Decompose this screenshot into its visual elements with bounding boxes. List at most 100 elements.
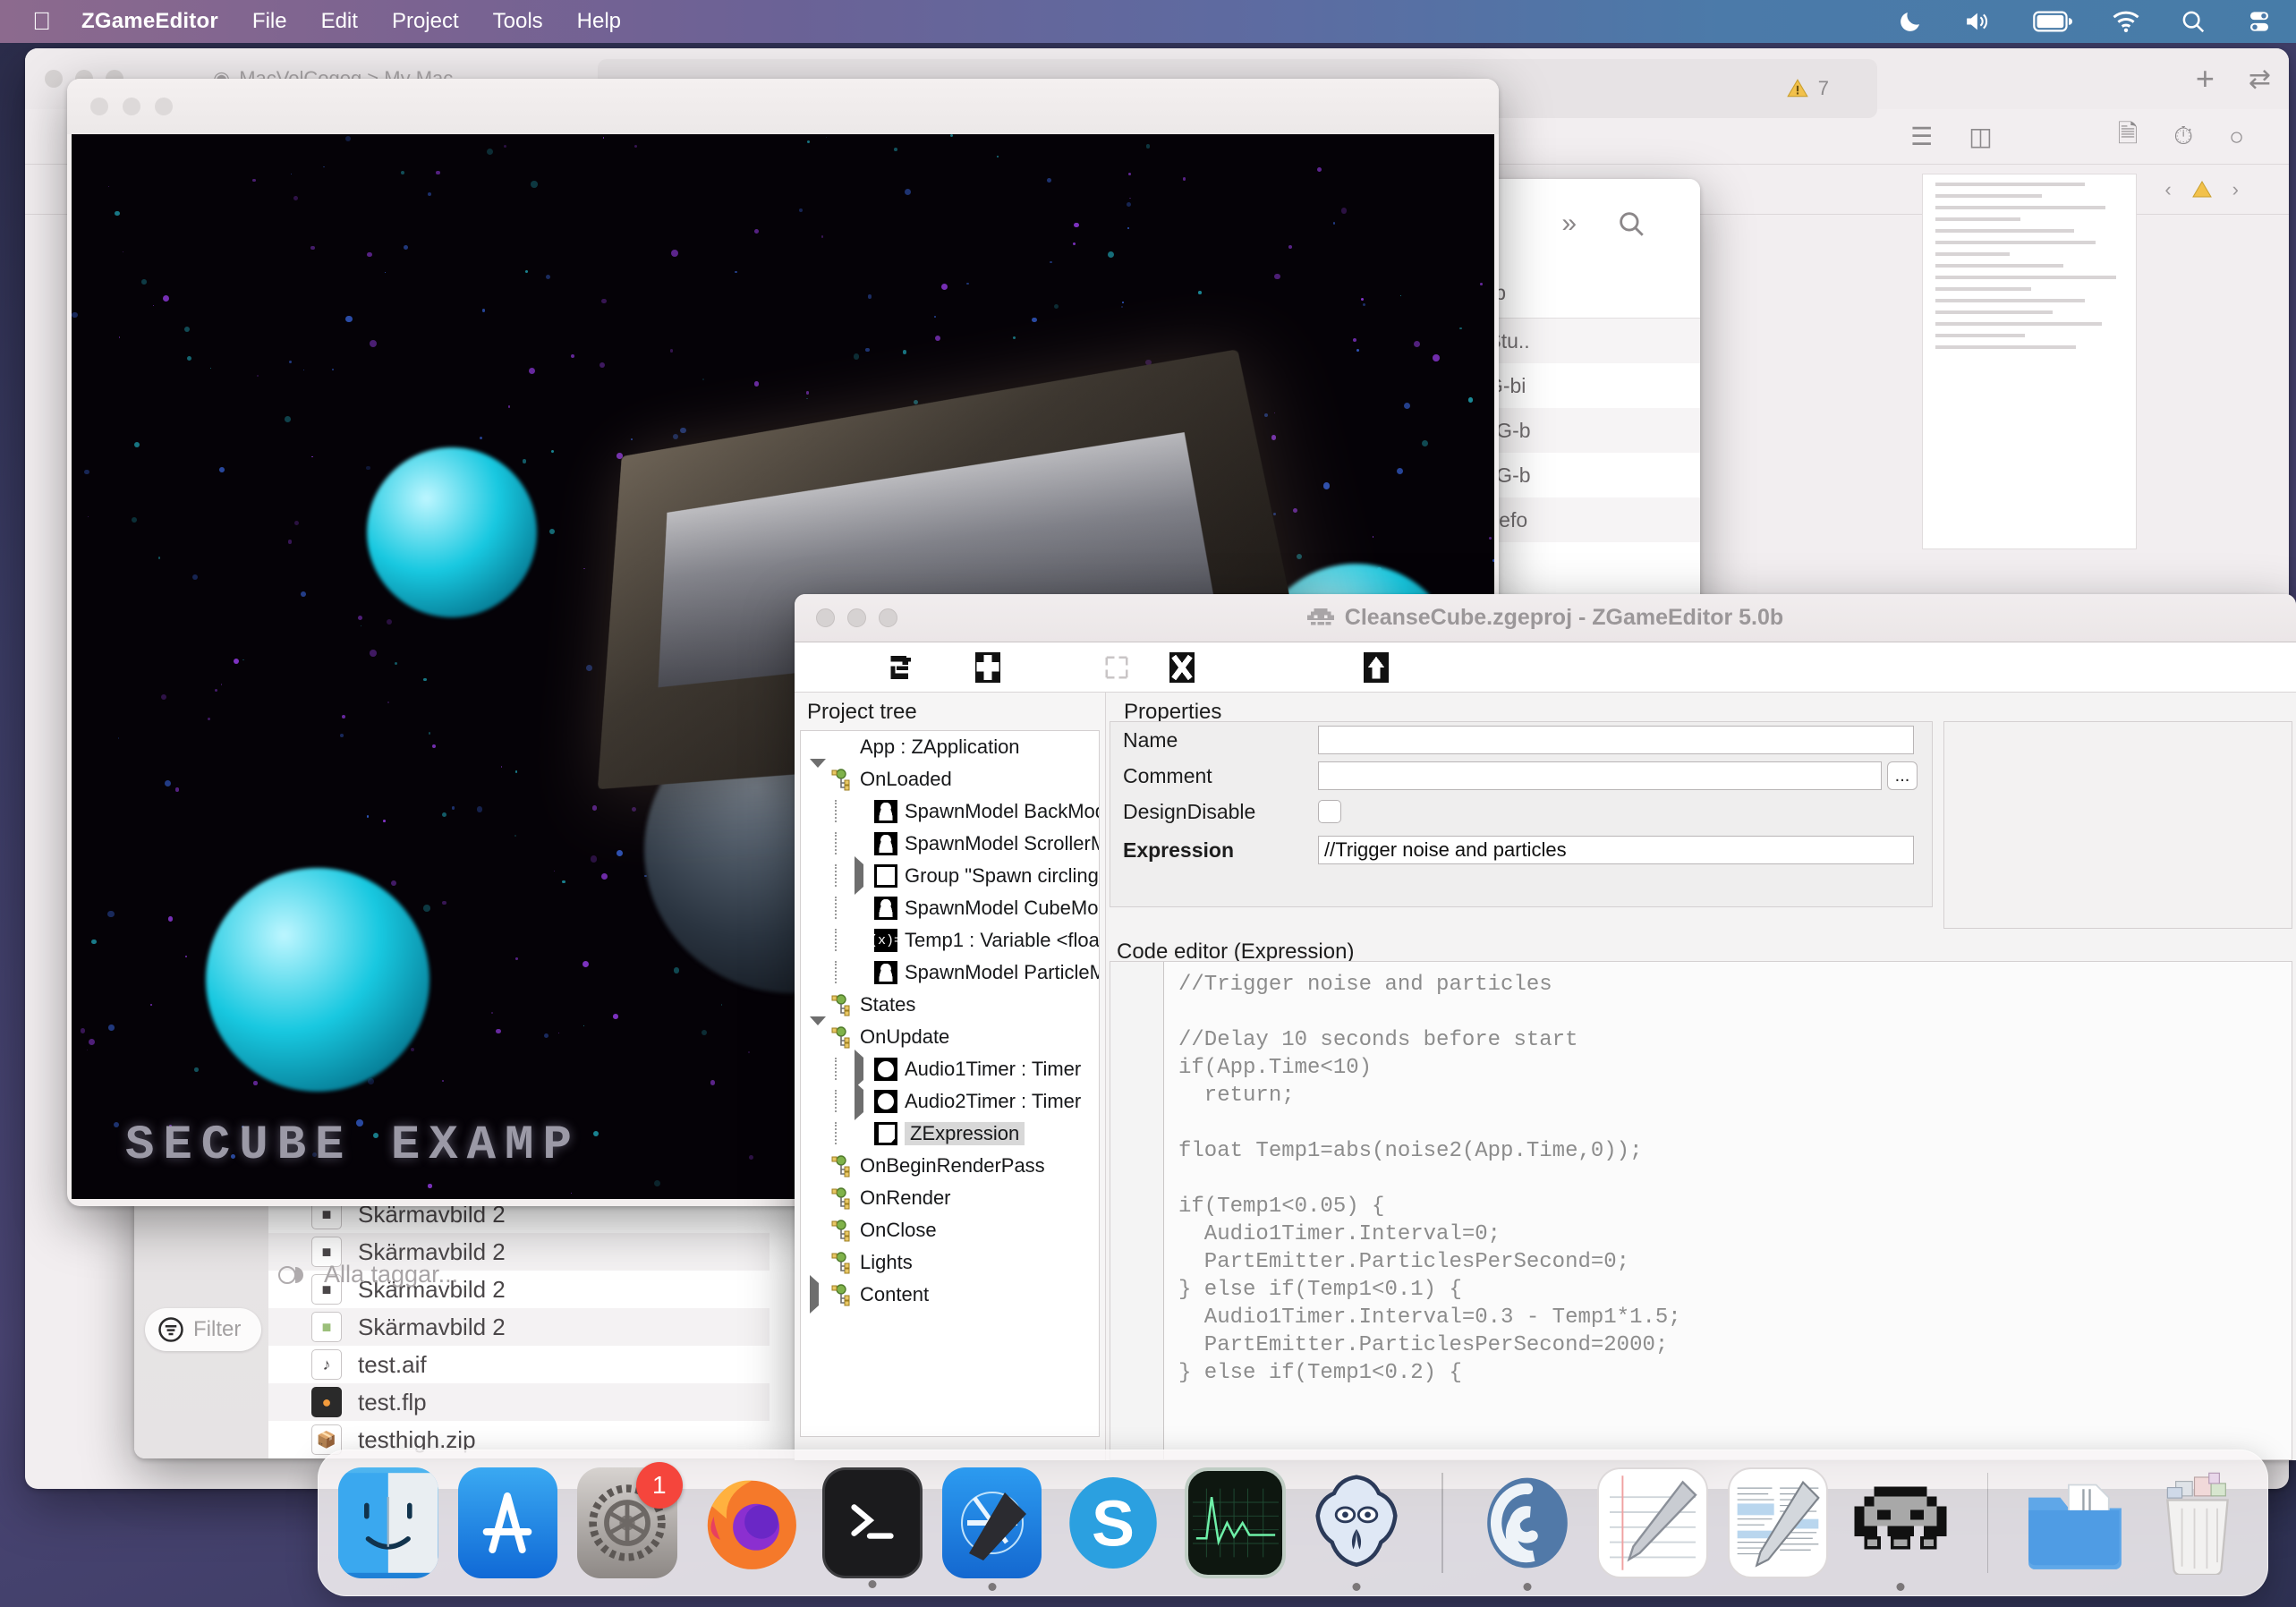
- tree-item[interactable]: SpawnModel ParticleModel (Reference): [801, 957, 1099, 989]
- more-icon[interactable]: ○: [2229, 123, 2244, 151]
- dock-item-textedit[interactable]: [1596, 1467, 1708, 1578]
- dock-item-trash[interactable]: [2147, 1467, 2248, 1578]
- dock-item-terminal[interactable]: [821, 1467, 923, 1588]
- window-traffic-lights[interactable]: [67, 98, 173, 115]
- search-icon[interactable]: [1616, 208, 1646, 239]
- name-field[interactable]: [1318, 726, 1914, 754]
- tree-item[interactable]: Audio1Timer : Timer: [801, 1050, 1099, 1088]
- control-center-icon[interactable]: [2246, 8, 2273, 35]
- tree-toggle[interactable]: [810, 1016, 829, 1049]
- tree-item[interactable]: SpawnModel BackModel: [801, 795, 1099, 828]
- comment-expand-button[interactable]: ...: [1887, 761, 1918, 790]
- tree-toggle[interactable]: [810, 759, 829, 791]
- next-issue-icon[interactable]: ›: [2232, 178, 2239, 201]
- close-button[interactable]: [90, 98, 108, 115]
- chevrons-right-icon[interactable]: »: [1561, 208, 1577, 239]
- tree-toggle[interactable]: [810, 1275, 829, 1314]
- list-item[interactable]: ■ Skärmavbild 2: [268, 1308, 770, 1346]
- filter-button[interactable]: Filter: [145, 1308, 261, 1351]
- search-icon[interactable]: [2180, 8, 2207, 35]
- tree-toggle[interactable]: [855, 856, 874, 895]
- close-button[interactable]: [45, 70, 63, 88]
- warning-count: 7: [1817, 77, 1829, 99]
- dock-item-text-editor[interactable]: [1727, 1467, 1828, 1578]
- zge-titlebar[interactable]: CleanseCube.zgeproj - ZGameEditor 5.0b: [795, 594, 2296, 642]
- dock-item-zgameeditor[interactable]: [1848, 1467, 1953, 1591]
- inspector-icon[interactable]: ◫: [1969, 122, 1992, 151]
- moon-icon[interactable]: [1897, 8, 1924, 35]
- tree-item[interactable]: OnUpdate: [801, 1016, 1099, 1053]
- menu-file[interactable]: File: [252, 9, 287, 34]
- warning-indicator[interactable]: 7: [1786, 77, 1829, 100]
- menu-help[interactable]: Help: [577, 9, 621, 34]
- prev-issue-icon[interactable]: ‹: [2164, 178, 2171, 201]
- tree-item[interactable]: App : ZApplication: [801, 731, 1099, 763]
- battery-icon[interactable]: [2033, 11, 2072, 32]
- preview-side-panel[interactable]: [1943, 721, 2292, 929]
- list-view-icon[interactable]: ☰: [1910, 122, 1933, 151]
- clock-icon[interactable]: ⏱: [2173, 122, 2193, 151]
- tree-item[interactable]: OnBeginRenderPass: [801, 1150, 1099, 1182]
- tree-toggle[interactable]: [855, 1050, 874, 1088]
- add-icon[interactable]: +: [2196, 60, 2215, 98]
- wifi-icon[interactable]: [2112, 10, 2140, 33]
- zge-toolbar[interactable]: [795, 642, 2296, 693]
- code-editor[interactable]: //Trigger noise and particles //Delay 10…: [1110, 961, 2292, 1460]
- menubar-app-name[interactable]: ZGameEditor: [81, 9, 218, 34]
- all-tags-label: Alla taggar...: [324, 1261, 459, 1288]
- tree-item[interactable]: SpawnModel ScrollerModel: [801, 828, 1099, 860]
- comment-field[interactable]: [1318, 761, 1882, 790]
- macos-dock[interactable]: 1 S: [318, 1450, 2268, 1596]
- dock-item-system-settings[interactable]: 1: [577, 1462, 683, 1578]
- dock-item-activity-monitor[interactable]: [1185, 1467, 1286, 1578]
- designdisable-checkbox[interactable]: [1318, 800, 1341, 823]
- tree-item[interactable]: OnLoaded: [801, 759, 1099, 795]
- tree-item[interactable]: Audio2Timer : Timer: [801, 1082, 1099, 1120]
- tree-item[interactable]: Content: [801, 1275, 1099, 1314]
- zoom-button[interactable]: [155, 98, 173, 115]
- expression-field[interactable]: //Trigger noise and particles: [1318, 836, 1914, 864]
- zge-logo-icon[interactable]: [888, 651, 920, 684]
- menu-edit[interactable]: Edit: [321, 9, 358, 34]
- menu-tools[interactable]: Tools: [493, 9, 543, 34]
- dock-item-xcode[interactable]: [941, 1467, 1042, 1591]
- document-icon[interactable]: 🗎: [2118, 115, 2139, 158]
- macos-menubar[interactable]:  ZGameEditor File Edit Project Tools He…: [0, 0, 2296, 43]
- list-item[interactable]: ♪ test.aif: [268, 1346, 770, 1383]
- tree-item[interactable]: OnClose: [801, 1214, 1099, 1246]
- game-window-titlebar[interactable]: [67, 79, 1499, 134]
- event-node-glyph: [831, 1220, 850, 1242]
- crop-marks-icon[interactable]: [1101, 651, 1133, 684]
- tree-item[interactable]: ZExpression: [801, 1118, 1099, 1150]
- move-up-icon[interactable]: [1360, 651, 1392, 684]
- zgameeditor-window[interactable]: CleanseCube.zgeproj - ZGameEditor 5.0b P…: [795, 594, 2296, 1460]
- code-text[interactable]: //Trigger noise and particles //Delay 10…: [1178, 971, 2292, 1459]
- volume-icon[interactable]: [1963, 9, 1994, 34]
- tree-item[interactable]: Lights: [801, 1246, 1099, 1279]
- share-icon[interactable]: ⇄: [2249, 64, 2271, 95]
- xcode-toolbar-right[interactable]: + ⇄: [2196, 60, 2271, 98]
- project-tree[interactable]: App : ZApplication OnLoaded SpawnModel Ba…: [800, 730, 1100, 1437]
- dock-item-gimp[interactable]: [1305, 1467, 1407, 1591]
- zgameeditor-invader-icon: [1306, 608, 1334, 625]
- dock-item-skype[interactable]: S: [1061, 1467, 1165, 1578]
- dock-item-finder[interactable]: [338, 1467, 438, 1578]
- menu-project[interactable]: Project: [392, 9, 459, 34]
- list-item[interactable]: ● test.flp: [268, 1383, 770, 1421]
- add-component-icon[interactable]: [972, 651, 1004, 684]
- dock-item-firefox[interactable]: [697, 1467, 803, 1578]
- delete-component-icon[interactable]: [1166, 651, 1198, 684]
- tree-item[interactable]: Group "Spawn circling balls": [801, 856, 1099, 895]
- tree-item[interactable]: SpawnModel CubeModel: [801, 892, 1099, 924]
- tree-item[interactable]: (x)= Temp1 : Variable <float>: [801, 924, 1099, 957]
- minimize-button[interactable]: [123, 98, 140, 115]
- all-tags-row[interactable]: Alla taggar...: [277, 1261, 458, 1288]
- tree-toggle[interactable]: [855, 1082, 874, 1120]
- dock-item-app-store[interactable]: [457, 1467, 558, 1578]
- zge-title-text: CleanseCube.zgeproj - ZGameEditor 5.0b: [1344, 605, 1784, 630]
- dock-item-audacity[interactable]: [1477, 1467, 1577, 1591]
- tree-item[interactable]: OnRender: [801, 1182, 1099, 1214]
- dock-item-downloads[interactable]: [2022, 1467, 2128, 1578]
- tree-item[interactable]: States: [801, 989, 1099, 1021]
- menubar-status-items[interactable]: [1897, 8, 2296, 35]
